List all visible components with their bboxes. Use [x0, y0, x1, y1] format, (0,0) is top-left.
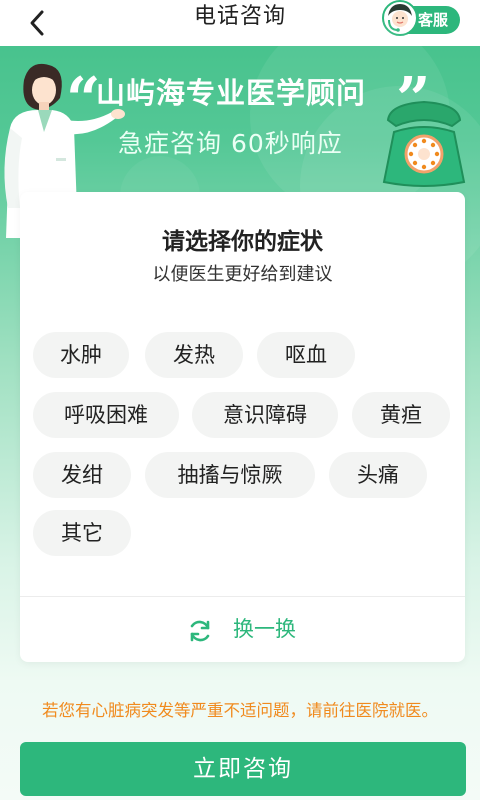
symptom-chip-fever[interactable]: 发热	[145, 332, 243, 378]
symptom-chip-hematemesis[interactable]: 呕血	[257, 332, 355, 378]
symptom-chip-headache[interactable]: 头痛	[329, 452, 427, 498]
banner-subtitle: 急症咨询 60秒响应	[118, 129, 343, 158]
telephone-icon	[382, 100, 466, 187]
symptom-chip-convulsion[interactable]: 抽搐与惊厥	[145, 452, 315, 498]
symptom-chip-dyspnea[interactable]: 呼吸困难	[33, 392, 179, 438]
refresh-icon	[190, 620, 210, 642]
refresh-label: 换一换	[233, 617, 296, 641]
card-title: 请选择你的症状	[162, 229, 323, 255]
symptom-card: 请选择你的症状 以便医生更好给到建议 水肿 发热 呕血 呼吸困难 意识障碍 黄疸…	[20, 192, 465, 662]
symptom-chip-cyanosis[interactable]: 发绀	[33, 452, 131, 498]
warning-text: 若您有心脏病突发等严重不适问题，请前往医院就医。	[42, 701, 438, 720]
symptom-chip-jaundice[interactable]: 黄疸	[352, 392, 450, 438]
customer-service-label: 客服	[418, 11, 449, 29]
consult-now-button[interactable]: 立即咨询	[20, 742, 466, 796]
refresh-button[interactable]: 换一换	[20, 597, 465, 662]
symptom-chip-consciousness-disorder[interactable]: 意识障碍	[192, 392, 338, 438]
symptom-chip-edema[interactable]: 水肿	[33, 332, 129, 378]
card-subtitle: 以便医生更好给到建议	[152, 264, 333, 285]
banner-title: 山屿海专业医学顾问	[96, 76, 367, 110]
symptom-chip-other[interactable]: 其它	[33, 510, 131, 556]
